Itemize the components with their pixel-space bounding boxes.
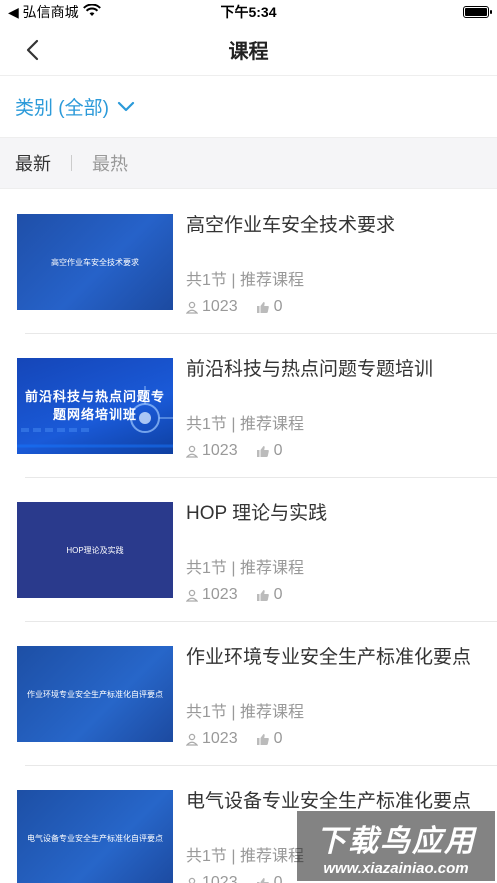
like-count: 0 (273, 442, 283, 459)
thumbs-up-icon (256, 733, 269, 745)
thumbs-up-icon (256, 877, 269, 883)
user-icon (188, 877, 196, 883)
course-title: HOP 理论与实践 (186, 503, 328, 524)
user-icon (186, 733, 198, 746)
watermark-title: 下载鸟应用 (316, 824, 476, 858)
thumbs-up-icon (256, 445, 269, 457)
course-thumbnail: 电气设备专业安全生产标准化自评要点 (17, 790, 173, 883)
thumbnail-caption: 作业环境专业安全生产标准化自评要点 (27, 689, 163, 699)
course-thumbnail: 作业环境专业安全生产标准化自评要点 (17, 646, 173, 742)
chevron-left-icon (26, 39, 39, 61)
course-thumbnail: HOP理论及实践 (17, 502, 173, 598)
course-item[interactable]: HOP理论及实践 HOP 理论与实践 共1节 | 推荐课程 1023 0 (0, 478, 497, 622)
tab-hottest[interactable]: 最热 (92, 150, 128, 176)
thumbnail-caption: 前沿科技与热点问题专题网络培训班 (25, 389, 166, 422)
thumbnail-caption: 高空作业车安全技术要求 (51, 257, 139, 267)
status-bar: ◀ 弘信商城 下午5:34 (0, 0, 497, 24)
wifi-icon (82, 3, 101, 20)
course-item[interactable]: 高空作业车安全技术要求 高空作业车安全技术要求 共1节 | 推荐课程 1023 … (0, 190, 497, 334)
category-filter[interactable]: 类别 (全部) (0, 76, 497, 137)
course-meta: 共1节 | 推荐课程 (186, 272, 304, 289)
view-count: 1023 (202, 874, 238, 883)
view-count: 1023 (202, 730, 238, 747)
user-icon (186, 589, 198, 602)
thumbs-up-icon (256, 589, 269, 601)
view-count: 1023 (202, 298, 238, 315)
like-count: 0 (273, 874, 283, 883)
back-button[interactable] (18, 36, 46, 64)
category-label: 类别 (全部) (15, 98, 109, 119)
thumbnail-caption: HOP理论及实践 (66, 545, 124, 555)
like-count: 0 (273, 298, 283, 315)
view-count: 1023 (202, 442, 238, 459)
chevron-down-icon (117, 101, 135, 113)
course-meta: 共1节 | 推荐课程 (186, 560, 304, 577)
thumbs-up-icon (256, 301, 269, 313)
watermark: 下载鸟应用 www.xiazainiao.com (297, 811, 495, 881)
course-list: 高空作业车安全技术要求 高空作业车安全技术要求 共1节 | 推荐课程 1023 … (0, 190, 497, 883)
page-title: 课程 (228, 41, 269, 63)
battery-icon (463, 6, 492, 18)
course-thumbnail: 高空作业车安全技术要求 (17, 214, 173, 310)
like-count: 0 (273, 730, 283, 747)
course-thumbnail: 前沿科技与热点问题专题网络培训班 (17, 358, 173, 454)
nav-bar: 课程 (0, 24, 497, 76)
user-icon (186, 445, 198, 458)
thumbnail-caption: 电气设备专业安全生产标准化自评要点 (27, 833, 163, 843)
view-count: 1023 (202, 586, 238, 603)
course-item[interactable]: 作业环境专业安全生产标准化自评要点 作业环境专业安全生产标准化要点 共1节 | … (0, 622, 497, 766)
course-title: 作业环境专业安全生产标准化要点 (186, 647, 472, 668)
course-meta: 共1节 | 推荐课程 (186, 704, 304, 721)
like-count: 0 (273, 586, 283, 603)
user-icon (186, 301, 198, 314)
watermark-url: www.xiazainiao.com (323, 859, 469, 877)
course-item[interactable]: 前沿科技与热点问题专题网络培训班 前沿科技与热点问题专题培训 共1节 | 推荐课… (0, 334, 497, 478)
course-title: 前沿科技与热点问题专题培训 (186, 359, 434, 380)
sort-bar: 最新 最热 (0, 137, 497, 189)
course-meta: 共1节 | 推荐课程 (186, 416, 304, 433)
tab-newest[interactable]: 最新 (15, 150, 51, 176)
sort-divider (71, 155, 72, 171)
back-to-app-link[interactable]: ◀ 弘信商城 (8, 2, 79, 22)
course-title: 高空作业车安全技术要求 (186, 215, 396, 236)
